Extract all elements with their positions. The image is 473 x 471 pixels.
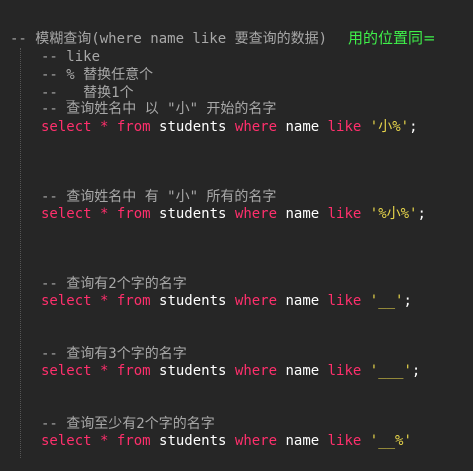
code-editor[interactable]: -- 模糊查询(where name like 要查询的数据) 用的位置同= -… <box>0 0 473 471</box>
operator-star: * <box>91 433 117 449</box>
table-name: students <box>150 363 235 379</box>
statement-end: ; <box>409 119 418 135</box>
operator-star: * <box>91 363 117 379</box>
sql-statement: select * from students where name like '… <box>41 362 420 380</box>
keyword-select: select <box>41 363 92 379</box>
keyword-from: from <box>116 293 151 309</box>
note-percent: -- % 替换任意个 <box>41 67 154 83</box>
column-name: name <box>277 363 328 379</box>
keyword-where: where <box>234 293 278 309</box>
table-name: students <box>150 293 235 309</box>
table-name: students <box>150 119 235 135</box>
table-name: students <box>150 433 235 449</box>
keyword-like: like <box>327 363 362 379</box>
block-comment: -- 查询姓名中 有 "小" 所有的名字 <box>41 189 277 205</box>
block-comment: -- 查询有2个字的名字 <box>41 276 187 292</box>
keyword-like: like <box>327 119 362 135</box>
keyword-where: where <box>234 119 278 135</box>
statement-end: ; <box>411 363 421 379</box>
like-pattern: '__%' <box>361 433 412 449</box>
keyword-from: from <box>116 119 151 135</box>
keyword-from: from <box>116 206 151 222</box>
operator-star: * <box>91 119 117 135</box>
like-pattern: '%小%' <box>361 206 418 222</box>
keyword-where: where <box>234 363 278 379</box>
column-name: name <box>277 206 328 222</box>
keyword-select: select <box>41 119 92 135</box>
statement-end: ; <box>403 293 412 309</box>
keyword-select: select <box>41 433 92 449</box>
sql-statement: select * from students where name like '… <box>41 205 426 223</box>
block-comment: -- 查询至少有2个字的名字 <box>41 416 215 432</box>
operator-star: * <box>91 293 117 309</box>
header-comment: -- 模糊查询(where name like 要查询的数据) <box>10 31 328 47</box>
column-name: name <box>277 293 328 309</box>
note-like: -- like <box>41 49 101 65</box>
keyword-select: select <box>41 206 92 222</box>
block-comment: -- 查询姓名中 以 "小" 开始的名字 <box>41 101 277 117</box>
keyword-like: like <box>327 433 362 449</box>
statement-end: ; <box>417 206 426 222</box>
sql-statement: select * from students where name like '… <box>41 118 418 136</box>
operator-star: * <box>91 206 117 222</box>
indent-guide <box>20 48 21 458</box>
keyword-where: where <box>234 206 278 222</box>
sql-statement: select * from students where name like '… <box>41 432 412 450</box>
table-name: students <box>150 206 235 222</box>
column-name: name <box>277 433 328 449</box>
like-pattern: '__' <box>361 293 404 309</box>
keyword-like: like <box>327 206 362 222</box>
keyword-like: like <box>327 293 362 309</box>
column-name: name <box>277 119 328 135</box>
like-pattern: '小%' <box>361 119 410 135</box>
keyword-select: select <box>41 293 92 309</box>
like-pattern: '___' <box>361 363 412 379</box>
annotation-note: 用的位置同= <box>348 29 436 47</box>
keyword-from: from <box>116 363 151 379</box>
sql-statement: select * from students where name like '… <box>41 292 412 310</box>
keyword-where: where <box>234 433 278 449</box>
keyword-from: from <box>116 433 151 449</box>
block-comment: -- 查询有3个字的名字 <box>41 346 187 362</box>
